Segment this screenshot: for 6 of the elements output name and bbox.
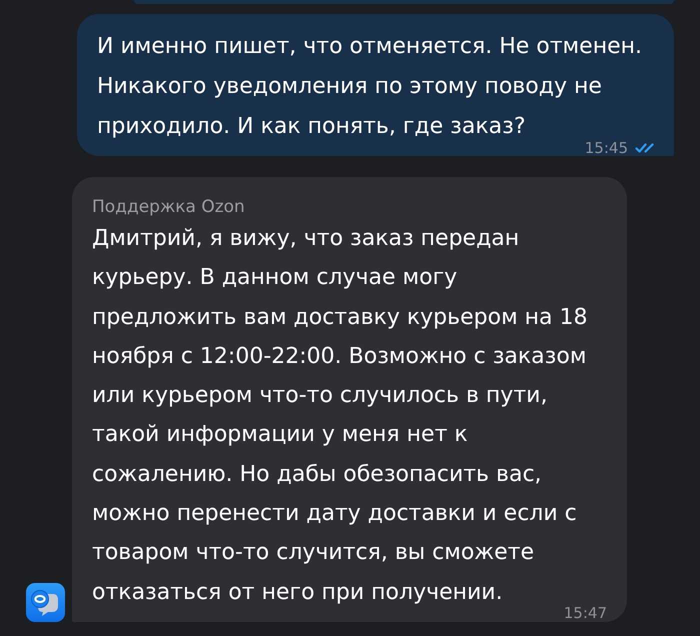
message-time: 15:47 [564, 606, 607, 620]
message-text: И именно пишет, что отменяется. Не отменен. Никакого уведомления по этому поводу не приходило. И как понять, где заказ? [97, 34, 642, 139]
sender-name: Поддержка Ozon [92, 196, 246, 219]
message-text: Дмитрий, я вижу, что заказ передан курьеру. В данном случае могу предложить вам доставку курьером на 18 ноября с 12:00-22:00. Возможно с заказом или курьером что-то случилось в пути, такой информации у меня нет к сожалению. Но дабы обезопасить вас, можно перенести дату доставки и если с товаром что-то случится, вы сможете отказаться от него при получении. [92, 226, 588, 605]
message-time: 15:45 [584, 141, 628, 155]
speech-bubble-avatar-icon [26, 582, 65, 622]
